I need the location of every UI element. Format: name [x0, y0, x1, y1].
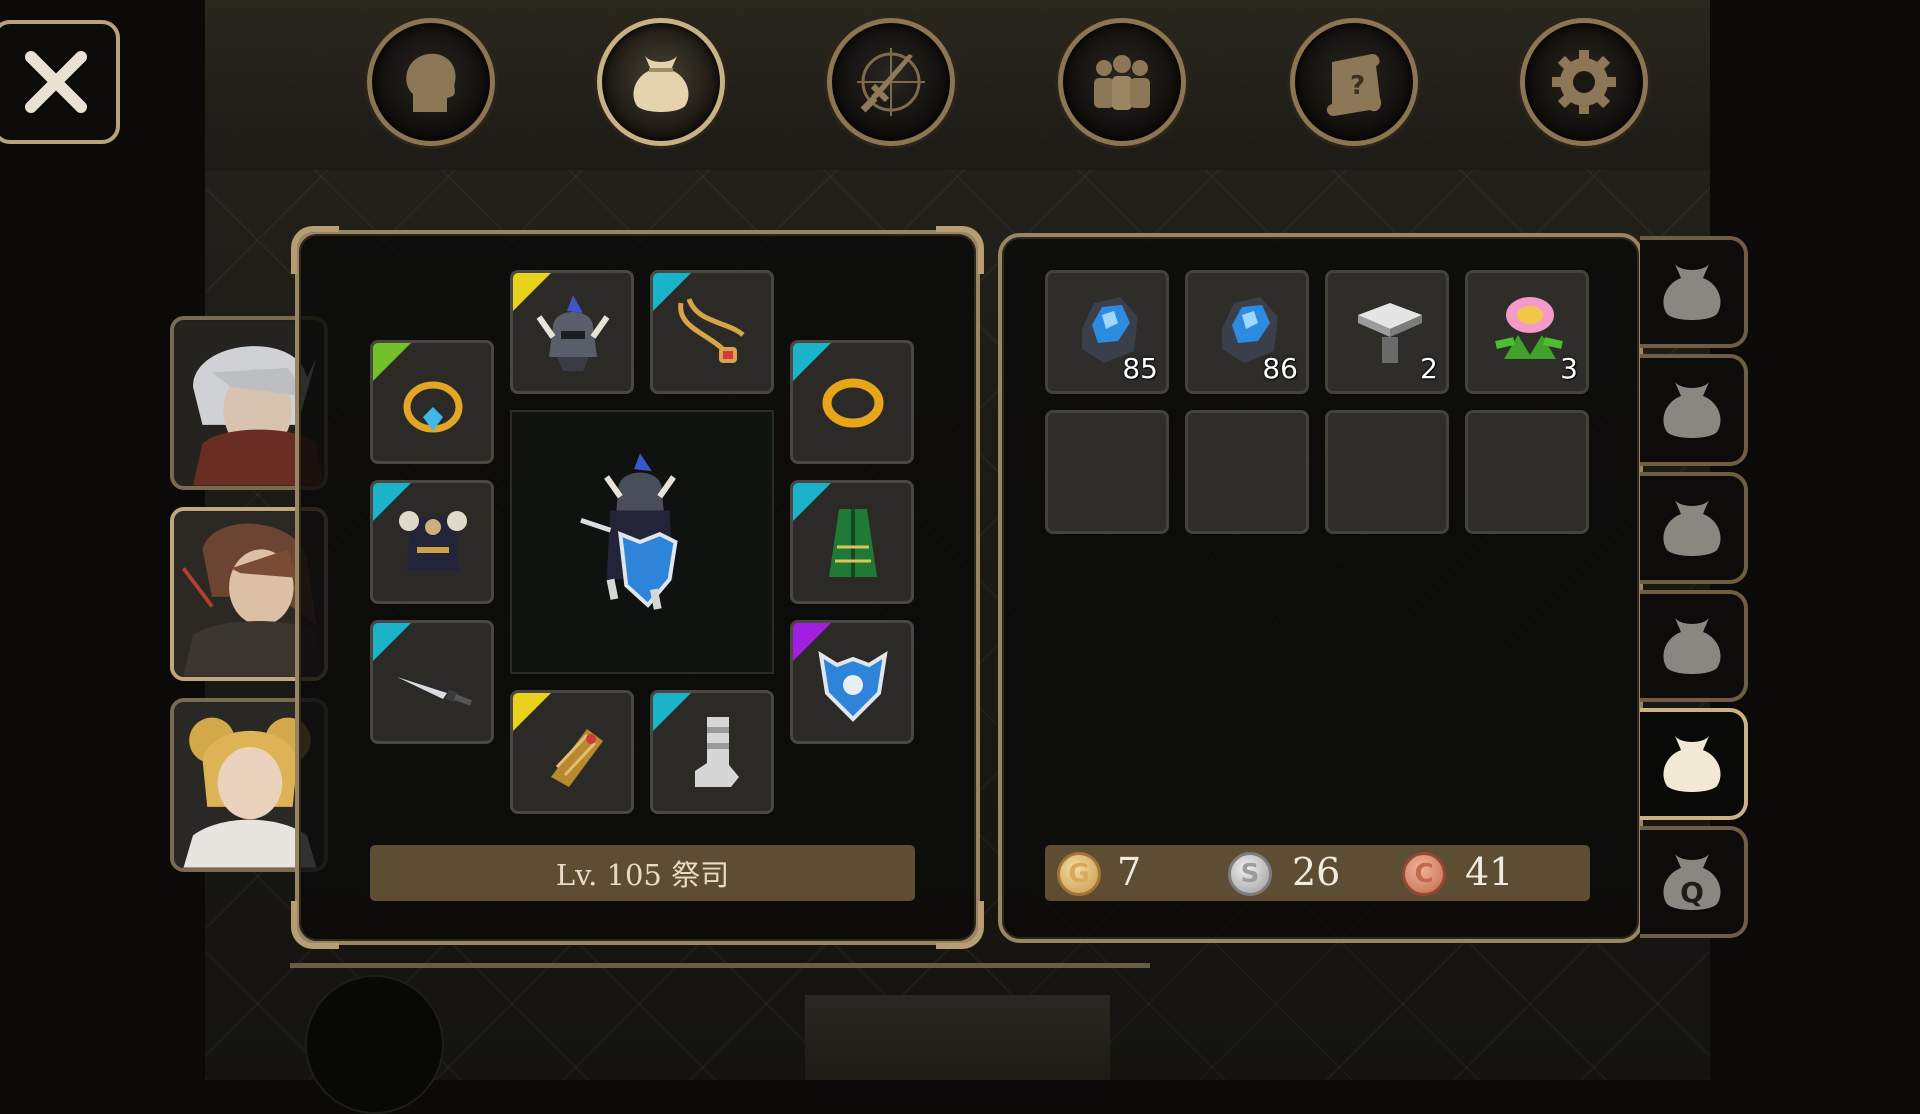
- bag-icon: [1663, 736, 1721, 792]
- inventory-slot-empty[interactable]: [1325, 410, 1449, 534]
- equip-slot-cloak[interactable]: [790, 480, 914, 604]
- panel-corner: [936, 226, 984, 274]
- bag-tab-4[interactable]: [1640, 590, 1748, 702]
- dungeon-floor-strip: [805, 995, 1110, 1080]
- item-count: 3: [1560, 352, 1578, 385]
- bag-icon: [1663, 382, 1721, 438]
- ring-gold-icon: [822, 378, 884, 428]
- joystick-area[interactable]: [305, 975, 444, 1114]
- inventory-slot[interactable]: 2: [1325, 270, 1449, 394]
- sword-compass-icon: [857, 48, 925, 116]
- helmet-icon: [536, 295, 610, 371]
- gloves-icon: [551, 729, 603, 787]
- close-icon: [25, 51, 87, 113]
- nav-inventory-button[interactable]: [597, 18, 725, 146]
- gold-coin-icon: G: [1057, 852, 1101, 896]
- bag-icon: [1663, 264, 1721, 320]
- shield-icon: [818, 650, 888, 722]
- item-count: 86: [1262, 352, 1298, 385]
- silver-coin-icon: S: [1228, 852, 1272, 896]
- panel-corner: [936, 901, 984, 949]
- nav-party-button[interactable]: [1058, 18, 1186, 146]
- dagger-icon: [397, 677, 473, 706]
- close-button[interactable]: [0, 20, 120, 144]
- equip-slot-armor[interactable]: [370, 480, 494, 604]
- quest-bag-label: Q: [1680, 876, 1704, 909]
- equip-slot-necklace[interactable]: [650, 270, 774, 394]
- nav-skills-button[interactable]: [827, 18, 955, 146]
- bag-tab-5[interactable]: [1640, 708, 1748, 820]
- silver-amount: 26: [1292, 850, 1341, 894]
- equip-slot-ring-right[interactable]: [790, 340, 914, 464]
- equip-slot-gloves[interactable]: [510, 690, 634, 814]
- equip-slot-helmet[interactable]: [510, 270, 634, 394]
- panel-corner: [291, 901, 339, 949]
- quest-bag-icon: Q: [1663, 854, 1721, 910]
- inventory-slot[interactable]: 86: [1185, 270, 1309, 394]
- scroll-icon: ?: [1326, 54, 1382, 116]
- bag-tab-2[interactable]: [1640, 354, 1748, 466]
- party-icon: [1094, 55, 1150, 110]
- equip-slot-shield[interactable]: [790, 620, 914, 744]
- currency-bar: G 7 S 26 C 41: [1045, 845, 1590, 901]
- copper-amount: 41: [1465, 850, 1514, 894]
- gear-icon: [1552, 50, 1616, 114]
- copper-coin-icon: C: [1402, 852, 1446, 896]
- nav-settings-button[interactable]: [1520, 18, 1648, 146]
- character-preview: [510, 410, 774, 674]
- level-class-label: Lv. 105 祭司: [370, 845, 915, 901]
- armor-icon: [399, 511, 467, 571]
- panel-corner: [291, 226, 339, 274]
- nav-character-button[interactable]: [367, 18, 495, 146]
- divider-line: [290, 963, 1150, 968]
- bag-icon: [633, 56, 689, 112]
- character-sprite: [580, 453, 678, 610]
- necklace-icon: [678, 297, 745, 363]
- nav-quests-button[interactable]: ?: [1290, 18, 1418, 146]
- equip-slot-weapon[interactable]: [370, 620, 494, 744]
- bag-tab-1[interactable]: [1640, 236, 1748, 348]
- inventory-slot[interactable]: 85: [1045, 270, 1169, 394]
- equip-slot-boots[interactable]: [650, 690, 774, 814]
- bag-icon: [1663, 618, 1721, 674]
- inventory-slot-empty[interactable]: [1465, 410, 1589, 534]
- inventory-slot[interactable]: 3: [1465, 270, 1589, 394]
- item-count: 85: [1122, 352, 1158, 385]
- boots-icon: [695, 717, 739, 787]
- bag-tab-3[interactable]: [1640, 472, 1748, 584]
- item-count: 2: [1420, 352, 1438, 385]
- equip-slot-ring-left[interactable]: [370, 340, 494, 464]
- inventory-slot-empty[interactable]: [1185, 410, 1309, 534]
- bag-icon: [1663, 500, 1721, 556]
- head-icon: [406, 53, 456, 112]
- gold-amount: 7: [1117, 850, 1142, 894]
- svg-text:?: ?: [1350, 71, 1365, 101]
- cloak-icon: [829, 509, 877, 577]
- bag-tab-quest[interactable]: Q: [1640, 826, 1748, 938]
- inventory-slot-empty[interactable]: [1045, 410, 1169, 534]
- ring-gem-icon: [403, 381, 463, 433]
